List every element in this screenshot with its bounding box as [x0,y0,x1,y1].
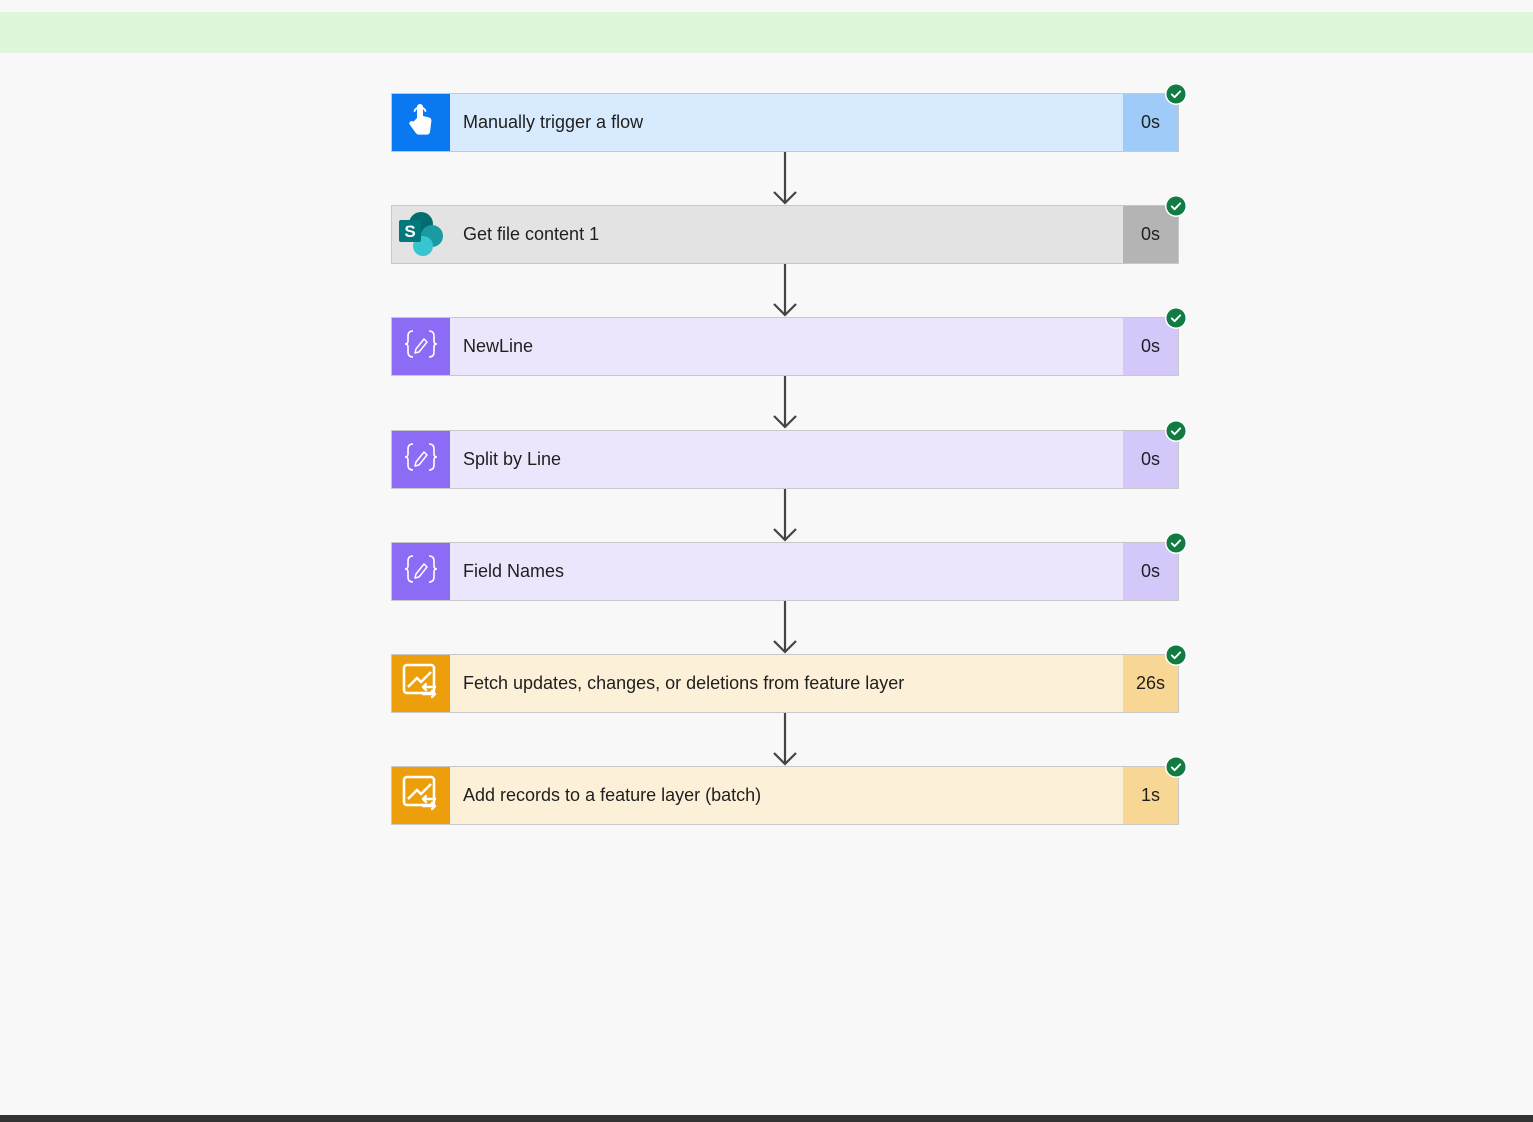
step-title: Get file content 1 [463,224,600,244]
success-check-icon [1165,420,1187,442]
step-fetch-updates[interactable]: Fetch updates, changes, or deletions fro… [391,644,1187,713]
touch-trigger-icon [406,102,436,143]
variable-icon [404,554,438,589]
icon-box [392,431,450,488]
variable-icon [404,442,438,477]
arcgis-icon [401,773,441,818]
step-title: NewLine [463,336,534,356]
bottom-bar [0,1115,1533,1122]
success-check-icon [1165,307,1187,329]
connector-arrow-icon [773,489,797,542]
connector-arrow-icon [773,713,797,766]
step-manually-trigger[interactable]: Manually trigger a flow 0s [391,83,1187,152]
success-check-icon [1165,532,1187,554]
step-add-records[interactable]: Add records to a feature layer (batch) 1… [391,756,1187,825]
sharepoint-icon: S [395,206,447,263]
icon-box [392,767,450,824]
success-check-icon [1165,756,1187,778]
icon-box: S [392,206,450,263]
step-title: Manually trigger a flow [463,112,644,132]
step-get-file-content[interactable]: S Get file content 1 0s [391,195,1187,264]
step-title: Split by Line [463,449,562,469]
success-check-icon [1165,195,1187,217]
success-check-icon [1165,644,1187,666]
connector-arrow-icon [773,152,797,205]
arcgis-icon [401,661,441,706]
success-check-icon [1165,83,1187,105]
svg-text:S: S [404,222,415,241]
success-banner [0,12,1533,53]
icon-box [392,543,450,600]
icon-box [392,318,450,375]
step-title: Fetch updates, changes, or deletions fro… [463,673,905,693]
step-title: Field Names [463,561,565,581]
connector-arrow-icon [773,264,797,317]
step-field-names[interactable]: Field Names 0s [391,532,1187,601]
step-title: Add records to a feature layer (batch) [463,785,762,805]
connector-arrow-icon [773,601,797,654]
icon-box [392,94,450,151]
icon-box [392,655,450,712]
connector-arrow-icon [773,376,797,429]
variable-icon [404,329,438,364]
step-split-by-line[interactable]: Split by Line 0s [391,420,1187,489]
step-newline[interactable]: NewLine 0s [391,307,1187,376]
